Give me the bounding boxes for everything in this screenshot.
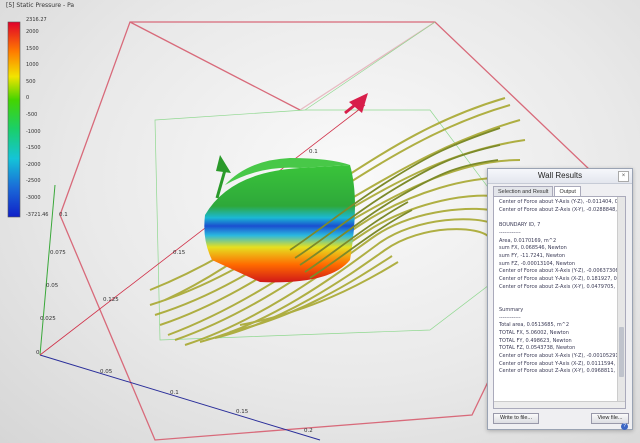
scroll-thumb[interactable] [619, 327, 624, 377]
close-icon[interactable]: × [618, 171, 629, 182]
output-line: sum FX, 0.068546, Newton [499, 245, 567, 252]
legend-tick: -500 [26, 112, 38, 118]
output-line: Center of Force about Y-Axis (X-Z), 0.01… [499, 360, 620, 367]
y-tick: 0.075 [50, 250, 66, 256]
legend-tick: -1500 [26, 145, 41, 152]
x-tick: 0.05 [100, 369, 113, 375]
tab-selection-and-result[interactable]: Selection and Result [493, 186, 554, 196]
z-tick: 0.1 [309, 149, 318, 155]
legend-min: -3721.46 [26, 212, 49, 218]
output-line: ------------ [499, 229, 521, 236]
output-line: TOTAL FX, 5.06002, Newton [499, 329, 569, 336]
output-line: Center of Force about Y-Axis (X-Z), 0.18… [499, 276, 619, 283]
legend-tick: 500 [26, 78, 36, 85]
output-line: BOUNDARY ID, 7 [499, 222, 541, 229]
output-line: Total area, 0.0513685, m^2 [499, 322, 570, 329]
output-line: sum FZ, -0.00013104, Newton [499, 260, 576, 267]
legend-tick: -1000 [26, 128, 41, 135]
output-line: ------------ [499, 314, 521, 321]
legend-tick: -3000 [26, 195, 41, 201]
z-tick: 0.125 [103, 297, 119, 303]
y-tick: 0 [36, 350, 40, 356]
panel-title[interactable]: Wall Results [488, 169, 632, 184]
z-axis-line [39, 354, 321, 441]
output-line: Center of Force about Z-Axis (X-Y), -0.0… [499, 206, 617, 213]
output-line: Center of Force about Z-Axis (X-Y), 0.04… [499, 283, 620, 290]
legend-tick: 0 [26, 95, 30, 102]
y-tick: 0.05 [46, 283, 59, 289]
output-line: Center of Force about X-Axis (Y-Z), -0.0… [499, 268, 619, 275]
output-line: TOTAL FZ, 0.0543738, Newton [499, 345, 576, 352]
colorbar [7, 21, 21, 218]
legend-tick: 1500 [26, 45, 39, 52]
legend-max: 2316.27 [26, 17, 47, 23]
x-tick: 0.2 [304, 428, 313, 434]
y-axis-line [39, 184, 56, 356]
tab-output[interactable]: Output [554, 186, 581, 196]
output-line: Area, 0.0170169, m^2 [499, 237, 557, 244]
y-tick: 0.1 [59, 212, 68, 218]
output-textbox[interactable]: Center of Force about Y-Axis (Y-Z), -0.0… [493, 196, 626, 409]
output-line: Center of Force about Y-Axis (Y-Z), -0.0… [499, 199, 618, 205]
panel-tabs: Selection and Result Output [493, 186, 582, 196]
write-to-file-button[interactable]: Write to file... [493, 413, 539, 424]
legend-tick: -2500 [26, 178, 41, 185]
body-surface [204, 165, 355, 283]
output-lines: Center of Force about Y-Axis (Y-Z), -0.0… [494, 197, 625, 376]
legend-tick: 2000 [26, 29, 39, 35]
y-tick: 0.025 [40, 316, 56, 322]
wall-results-panel[interactable]: Wall Results × Selection and Result Outp… [487, 168, 633, 430]
x-tick: 0.1 [170, 390, 179, 396]
output-line: Center of Force about Z-Axis (X-Y), 0.09… [499, 368, 620, 375]
legend-tick: 1000 [26, 62, 39, 69]
legend-tick: -2000 [26, 161, 41, 168]
vertical-scrollbar[interactable] [617, 197, 625, 408]
output-line: Summary [499, 306, 524, 313]
output-line: sum FY, -11.7241, Newton [499, 252, 566, 259]
output-line: TOTAL FY, 0.498623, Newton [499, 337, 572, 344]
legend-title: [5] Static Pressure - Pa [6, 2, 75, 9]
x-tick: 0.15 [236, 409, 249, 415]
help-icon[interactable]: ? [621, 423, 628, 430]
horizontal-scrollbar[interactable] [494, 401, 625, 408]
z-tick: 0.15 [173, 250, 186, 256]
output-line: Center of Force about X-Axis (Y-Z), -0.0… [499, 353, 621, 360]
